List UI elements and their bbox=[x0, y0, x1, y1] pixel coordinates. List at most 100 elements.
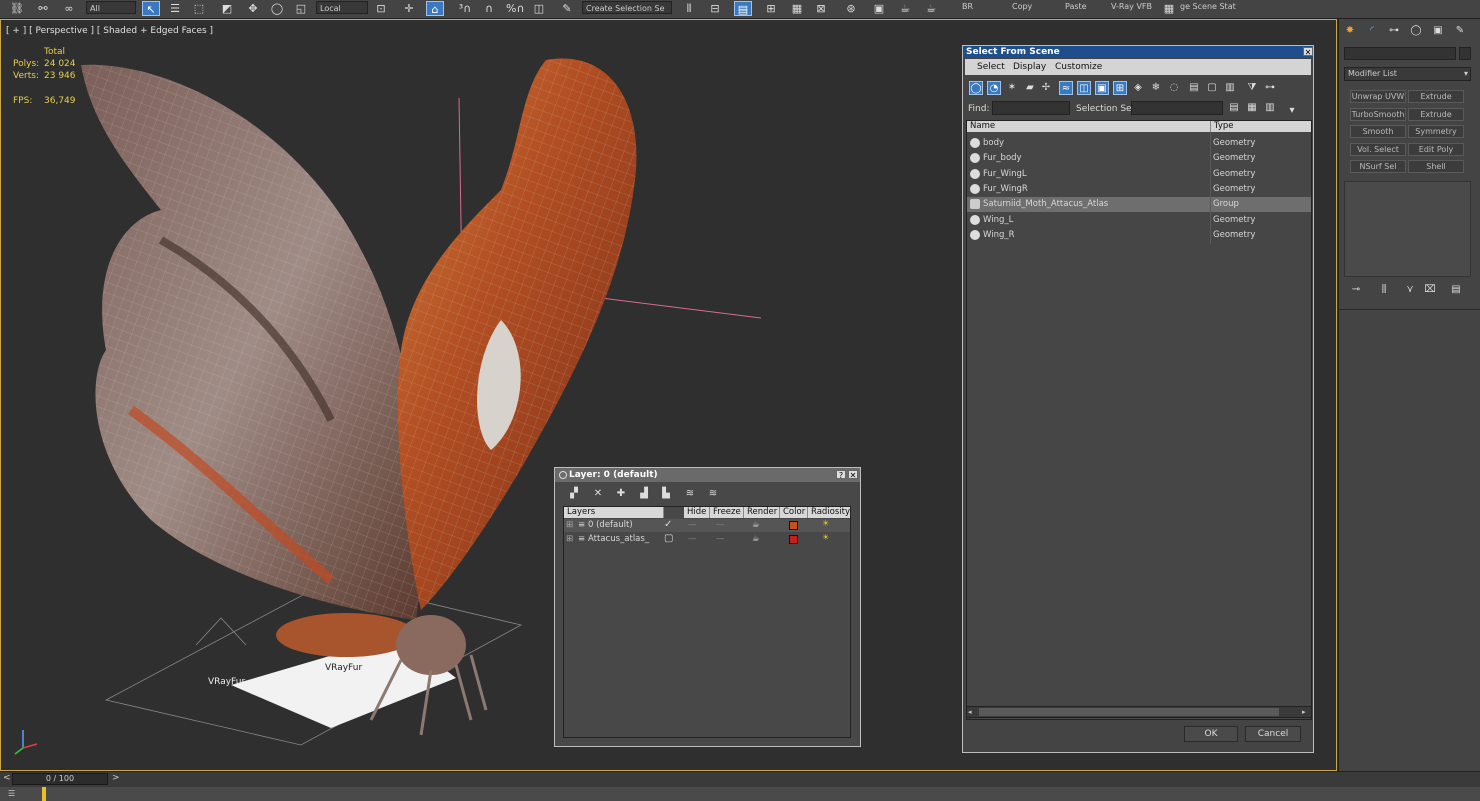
layer-color-swatch[interactable] bbox=[789, 521, 798, 530]
layer-color-swatch[interactable] bbox=[789, 535, 798, 544]
make-unique-icon[interactable]: ⋎ bbox=[1403, 283, 1417, 297]
configure-modifier-sets-icon[interactable]: ▤ bbox=[1449, 283, 1463, 297]
hierarchy-icon[interactable]: ⊶ bbox=[1263, 81, 1277, 95]
column-header-name[interactable]: Name bbox=[967, 121, 1211, 132]
select-by-name-icon[interactable]: ☰ bbox=[166, 1, 184, 16]
column-header-freeze[interactable]: Freeze bbox=[710, 507, 744, 518]
display-helpers-icon[interactable]: ✢ bbox=[1039, 81, 1053, 95]
selection-set-add-icon[interactable]: ▤ bbox=[1227, 101, 1241, 115]
pin-stack-icon[interactable]: ⊸ bbox=[1349, 283, 1363, 297]
select-all-icon[interactable]: ▤ bbox=[1187, 81, 1201, 95]
display-geometry-icon[interactable]: ◯ bbox=[969, 81, 983, 95]
modifier-button[interactable]: Symmetry bbox=[1408, 125, 1464, 138]
paste-button[interactable]: Paste bbox=[1065, 2, 1087, 11]
modifier-list-dropdown[interactable]: Modifier List ▾ bbox=[1344, 67, 1471, 81]
move-icon[interactable]: ✥ bbox=[244, 1, 262, 16]
show-end-result-icon[interactable]: ⫼ bbox=[1377, 283, 1391, 297]
scroll-left-icon[interactable]: ◂ bbox=[968, 708, 976, 716]
display-spacewarps-icon[interactable]: ≈ bbox=[1059, 81, 1073, 95]
layer-manager-icon[interactable]: ⊞ bbox=[762, 1, 780, 16]
reference-coord-dropdown[interactable]: Local bbox=[316, 1, 368, 14]
display-lights-icon[interactable]: ✶ bbox=[1005, 81, 1019, 95]
render-teapot-icon[interactable]: ☕ bbox=[922, 1, 940, 16]
mirror-icon[interactable]: ⫴ bbox=[680, 1, 698, 16]
schematic-view-icon[interactable]: ⊛ bbox=[842, 1, 860, 16]
display-frozen-icon[interactable]: ❄ bbox=[1149, 81, 1163, 95]
object-color-swatch[interactable] bbox=[1459, 47, 1471, 60]
filter-icon[interactable]: ⧩ bbox=[1245, 81, 1259, 95]
modifier-button[interactable]: Extrude bbox=[1408, 108, 1464, 121]
column-header-hide[interactable]: Hide bbox=[684, 507, 710, 518]
list-item[interactable]: Fur_WingL Geometry bbox=[967, 167, 1311, 182]
scene-states-icon[interactable]: ▦ bbox=[1160, 1, 1178, 16]
curve-editor-icon[interactable]: ⊠ bbox=[812, 1, 830, 16]
utilities-tab-icon[interactable]: ✎ bbox=[1453, 24, 1467, 38]
chevron-down-icon[interactable]: ▾ bbox=[1285, 104, 1299, 118]
highlight-layer-icon[interactable]: ▙ bbox=[659, 487, 673, 501]
time-marker[interactable] bbox=[42, 787, 46, 801]
menu-customize[interactable]: Customize bbox=[1055, 62, 1102, 72]
hide-toggle-icon[interactable]: — bbox=[688, 520, 697, 530]
modifier-button[interactable]: TurboSmooth bbox=[1350, 108, 1406, 121]
display-shapes-icon[interactable]: ◔ bbox=[987, 81, 1001, 95]
spinner-snap-icon[interactable]: ◫ bbox=[530, 1, 548, 16]
window-crossing-icon[interactable]: ◩ bbox=[218, 1, 236, 16]
render-setup-icon[interactable]: ☕ bbox=[896, 1, 914, 16]
ok-button[interactable]: OK bbox=[1184, 726, 1238, 742]
material-editor-icon[interactable]: ▣ bbox=[870, 1, 888, 16]
viewport-label[interactable]: [ + ] [ Perspective ] [ Shaded + Edged F… bbox=[6, 26, 213, 36]
delete-layer-icon[interactable]: ✕ bbox=[591, 487, 605, 501]
vray-vfb-button[interactable]: V-Ray VFB bbox=[1111, 2, 1152, 11]
modifier-button[interactable]: Smooth bbox=[1350, 125, 1406, 138]
horizontal-scrollbar[interactable]: ◂ ▸ bbox=[966, 706, 1312, 718]
selection-filter-dropdown[interactable]: All bbox=[86, 1, 136, 14]
cancel-button[interactable]: Cancel bbox=[1245, 726, 1301, 742]
hierarchy-tab-icon[interactable]: ⊶ bbox=[1387, 24, 1401, 38]
bind-spacewarp-icon[interactable]: ∞ bbox=[60, 1, 78, 16]
angle-snap-icon[interactable]: ∩ bbox=[480, 1, 498, 16]
radiosity-icon[interactable]: ☀ bbox=[822, 519, 830, 529]
radiosity-icon[interactable]: ☀ bbox=[822, 533, 830, 543]
expand-icon[interactable]: ⊞ bbox=[566, 534, 573, 544]
list-item[interactable]: Wing_R Geometry bbox=[967, 228, 1311, 243]
layer-row[interactable]: ⊞ ≡ Attacus_atlas_ ▢ — — ☕ ☀ bbox=[564, 533, 850, 546]
select-object-icon[interactable]: ↖ bbox=[142, 1, 160, 16]
scroll-thumb[interactable] bbox=[979, 708, 1279, 716]
display-bones-icon[interactable]: ⊞ bbox=[1113, 81, 1127, 95]
help-button[interactable]: ? bbox=[836, 470, 846, 480]
find-input[interactable] bbox=[992, 101, 1070, 115]
keyboard-shortcut-icon[interactable]: ⌂ bbox=[426, 1, 444, 16]
modifier-button[interactable]: Unwrap UVW bbox=[1350, 90, 1406, 103]
motion-tab-icon[interactable]: ◯ bbox=[1409, 24, 1423, 38]
modifier-button[interactable]: Edit Poly bbox=[1408, 143, 1464, 156]
time-slider[interactable]: 0 / 100 bbox=[12, 773, 108, 785]
render-teapot-icon[interactable]: ☕ bbox=[752, 534, 760, 544]
selection-set-remove-icon[interactable]: ▦ bbox=[1245, 101, 1259, 115]
list-item[interactable]: body Geometry bbox=[967, 136, 1311, 151]
column-header-radiosity[interactable]: Radiosity bbox=[808, 507, 850, 518]
edit-named-sets-icon[interactable]: ✎ bbox=[558, 1, 576, 16]
link-icon[interactable]: ⛓ bbox=[8, 1, 26, 16]
modifier-button[interactable]: Shell bbox=[1408, 160, 1464, 173]
copy-button[interactable]: Copy bbox=[1012, 2, 1032, 11]
display-groups-icon[interactable]: ◫ bbox=[1077, 81, 1091, 95]
display-hidden-icon[interactable]: ◌ bbox=[1167, 81, 1181, 95]
selection-set-edit-icon[interactable]: ▥ bbox=[1263, 101, 1277, 115]
list-item[interactable]: Wing_L Geometry bbox=[967, 213, 1311, 228]
active-layer-checkbox[interactable]: ▢ bbox=[664, 533, 673, 544]
freeze-all-layers-icon[interactable]: ≋ bbox=[706, 487, 720, 501]
br-button[interactable]: BR bbox=[962, 2, 973, 11]
add-to-layer-icon[interactable]: ✚ bbox=[614, 487, 628, 501]
track-bar-menu-icon[interactable]: ☰ bbox=[8, 789, 22, 799]
create-layer-icon[interactable]: ▞ bbox=[567, 487, 581, 501]
modifier-button[interactable]: Vol. Select bbox=[1350, 143, 1406, 156]
time-next-button[interactable]: > bbox=[112, 773, 120, 783]
close-icon[interactable]: ✕ bbox=[848, 470, 858, 480]
freeze-toggle-icon[interactable]: — bbox=[716, 520, 725, 530]
align-icon[interactable]: ⊟ bbox=[706, 1, 724, 16]
pivot-center-icon[interactable]: ⊡ bbox=[372, 1, 390, 16]
graphite-ribbon-icon[interactable]: ▦ bbox=[788, 1, 806, 16]
display-xrefs-icon[interactable]: ▣ bbox=[1095, 81, 1109, 95]
list-item[interactable]: Fur_WingR Geometry bbox=[967, 182, 1311, 197]
list-item[interactable]: Fur_body Geometry bbox=[967, 151, 1311, 166]
